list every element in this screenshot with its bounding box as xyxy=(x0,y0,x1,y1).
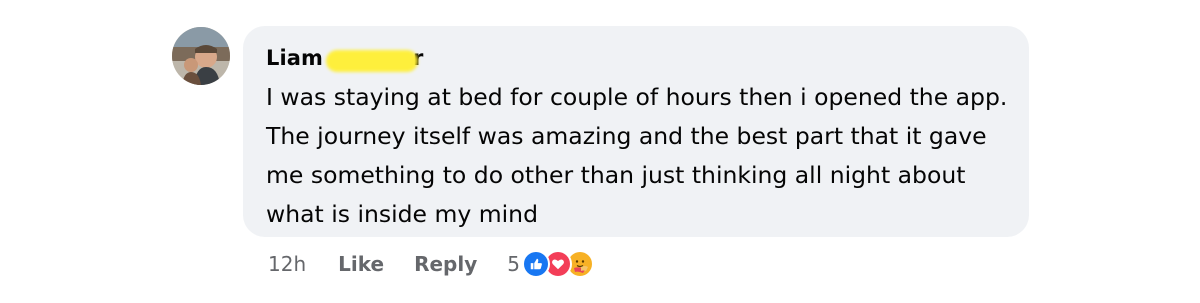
timestamp[interactable]: 12h xyxy=(268,252,306,276)
redaction-highlight xyxy=(326,50,418,72)
like-icon xyxy=(521,250,550,278)
author-name-wrap: Liam r xyxy=(266,46,424,72)
comment-actions: 12h Like Reply 5 xyxy=(268,250,594,278)
avatar[interactable] xyxy=(172,27,230,85)
author-name[interactable]: Liam r xyxy=(266,46,424,72)
reactions-summary[interactable]: 5 xyxy=(507,250,594,278)
avatar-photo xyxy=(172,27,230,85)
like-button[interactable]: Like xyxy=(338,252,384,276)
comment: Liam r I was staying at bed for couple of… xyxy=(0,0,1200,303)
reaction-count: 5 xyxy=(507,252,520,276)
author-first-name: Liam xyxy=(266,46,324,70)
reply-button[interactable]: Reply xyxy=(414,252,477,276)
comment-text: I was staying at bed for couple of hours… xyxy=(266,83,1008,228)
